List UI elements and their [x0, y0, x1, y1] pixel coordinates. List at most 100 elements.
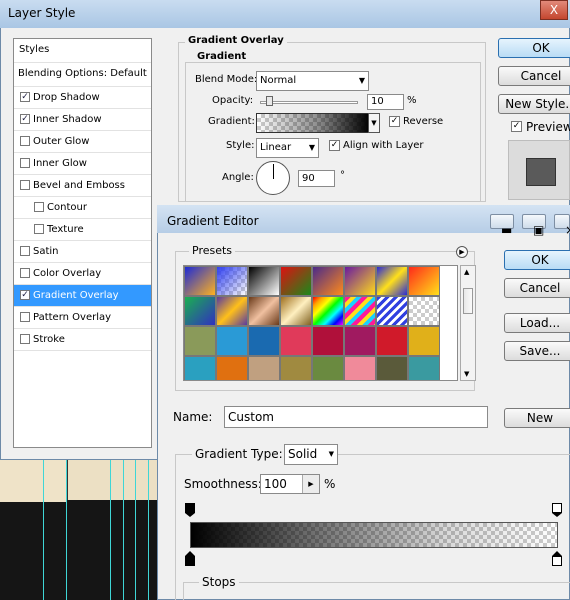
preset-swatch[interactable]	[216, 356, 248, 380]
style-checkbox[interactable]	[20, 180, 30, 190]
preset-swatch[interactable]	[312, 296, 344, 326]
name-input[interactable]: Custom	[224, 406, 488, 428]
preset-swatch[interactable]	[344, 296, 376, 326]
gradient-preview-swatch[interactable]	[256, 113, 370, 133]
style-checkbox[interactable]: ✓	[20, 290, 30, 300]
style-item[interactable]: Bevel and Emboss	[14, 175, 151, 197]
preset-swatch[interactable]	[312, 356, 344, 380]
opacity-stop-right[interactable]	[552, 503, 562, 517]
style-checkbox[interactable]	[20, 136, 30, 146]
preset-swatch[interactable]	[216, 266, 248, 296]
gradient-cancel-button[interactable]: Cancel	[504, 278, 570, 298]
preset-swatch[interactable]	[408, 266, 440, 296]
preset-swatch[interactable]	[184, 356, 216, 380]
presets-menu-button[interactable]: ▶	[456, 246, 468, 258]
preset-swatch[interactable]	[248, 326, 280, 356]
gradient-editor-titlebar[interactable]: Gradient Editor ▬ ▣ ×	[157, 205, 570, 236]
preset-swatch[interactable]	[376, 356, 408, 380]
preset-swatch[interactable]	[376, 296, 408, 326]
style-item[interactable]: Pattern Overlay	[14, 307, 151, 329]
opacity-slider[interactable]	[260, 101, 358, 104]
maximize-button[interactable]: ▣	[522, 214, 546, 236]
style-checkbox[interactable]	[34, 202, 44, 212]
close-button[interactable]: ×	[554, 214, 570, 236]
preview-checkbox[interactable]: ✓	[511, 121, 522, 132]
new-button[interactable]: New	[504, 408, 570, 428]
style-item[interactable]: ✓ Drop Shadow	[14, 87, 151, 109]
angle-dial[interactable]	[256, 161, 290, 195]
opacity-stop-left[interactable]	[185, 503, 195, 517]
gradient-bar[interactable]	[190, 522, 558, 548]
preset-swatch[interactable]	[408, 326, 440, 356]
align-with-layer-checkbox[interactable]: ✓	[329, 140, 340, 151]
chevron-right-icon[interactable]: ▶	[302, 475, 319, 493]
style-checkbox[interactable]	[20, 268, 30, 278]
preset-swatch[interactable]	[312, 326, 344, 356]
style-checkbox[interactable]	[20, 312, 30, 322]
blend-mode-select[interactable]: Normal ▼	[256, 71, 369, 91]
style-item[interactable]: Color Overlay	[14, 263, 151, 285]
style-item[interactable]: ✓ Gradient Overlay	[14, 285, 151, 307]
style-checkbox[interactable]	[20, 334, 30, 344]
style-item[interactable]: ✓ Inner Shadow	[14, 109, 151, 131]
style-item[interactable]: Contour	[14, 197, 151, 219]
style-checkbox[interactable]	[20, 158, 30, 168]
gradient-type-select[interactable]: Solid ▼	[284, 444, 338, 465]
blending-options-item[interactable]: Blending Options: Default	[14, 63, 151, 87]
style-item[interactable]: Texture	[14, 219, 151, 241]
preset-swatch[interactable]	[184, 296, 216, 326]
scrollbar-thumb[interactable]	[463, 288, 473, 314]
style-item[interactable]: Satin	[14, 241, 151, 263]
cancel-button[interactable]: Cancel	[498, 66, 570, 86]
minimize-button[interactable]: ▬	[490, 214, 514, 236]
layer-style-titlebar[interactable]: Layer Style	[0, 0, 570, 28]
new-style-button[interactable]: New Style...	[498, 94, 570, 114]
preset-swatch[interactable]	[248, 356, 280, 380]
save-button[interactable]: Save...	[504, 341, 570, 361]
style-item[interactable]: Outer Glow	[14, 131, 151, 153]
style-checkbox[interactable]	[20, 246, 30, 256]
preset-swatch[interactable]	[248, 266, 280, 296]
smoothness-input[interactable]: 100 ▶	[260, 474, 320, 494]
scroll-up-icon[interactable]: ▲	[464, 268, 469, 276]
preset-swatch[interactable]	[280, 296, 312, 326]
gradient-label: Gradient:	[208, 116, 255, 127]
color-stop-right[interactable]	[552, 551, 562, 566]
preset-swatch[interactable]	[216, 296, 248, 326]
opacity-input[interactable]: 10	[367, 94, 404, 110]
gradient-picker-dropdown[interactable]: ▼	[368, 113, 380, 133]
preset-swatch[interactable]	[312, 266, 344, 296]
load-button[interactable]: Load...	[504, 313, 570, 333]
style-item-label: Satin	[33, 246, 59, 257]
color-stop-left[interactable]	[185, 551, 195, 566]
preset-swatch[interactable]	[184, 266, 216, 296]
reverse-checkbox[interactable]: ✓	[389, 116, 400, 127]
preset-swatch[interactable]	[376, 326, 408, 356]
preset-swatch[interactable]	[280, 356, 312, 380]
preset-swatch[interactable]	[280, 266, 312, 296]
presets-scrollbar[interactable]: ▲ ▼	[460, 265, 476, 381]
styles-header[interactable]: Styles	[14, 39, 151, 63]
preset-swatch[interactable]	[184, 326, 216, 356]
style-checkbox[interactable]: ✓	[20, 92, 30, 102]
style-select[interactable]: Linear ▼	[256, 138, 319, 158]
preset-swatch[interactable]	[344, 266, 376, 296]
preset-swatch[interactable]	[248, 296, 280, 326]
preset-swatch[interactable]	[280, 326, 312, 356]
preset-swatch[interactable]	[376, 266, 408, 296]
style-item[interactable]: Stroke	[14, 329, 151, 351]
ok-button[interactable]: OK	[498, 38, 570, 58]
preset-swatch[interactable]	[344, 326, 376, 356]
scroll-down-icon[interactable]: ▼	[464, 370, 469, 378]
preset-swatch[interactable]	[344, 356, 376, 380]
style-item[interactable]: Inner Glow	[14, 153, 151, 175]
opacity-slider-handle[interactable]	[266, 96, 273, 106]
preset-swatch[interactable]	[408, 356, 440, 380]
preset-swatch[interactable]	[216, 326, 248, 356]
style-checkbox[interactable]	[34, 224, 44, 234]
style-checkbox[interactable]: ✓	[20, 114, 30, 124]
angle-input[interactable]: 90	[298, 170, 335, 187]
close-button[interactable]: X	[540, 0, 568, 20]
gradient-ok-button[interactable]: OK	[504, 250, 570, 270]
preset-swatch[interactable]	[408, 296, 440, 326]
